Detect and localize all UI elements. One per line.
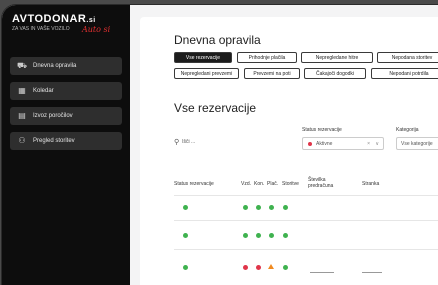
- category-value: Vse kategorije: [401, 140, 433, 147]
- plac-indicator: [269, 233, 274, 238]
- col-invoice-number[interactable]: Številka predračuna: [308, 177, 338, 189]
- table-header-divider: [174, 195, 438, 196]
- warning-icon: [268, 264, 274, 269]
- reservations-title: Vse rezervacije: [174, 101, 257, 115]
- sidebar-item-label: Dnevna opravila: [33, 63, 77, 69]
- vzd-indicator: [243, 205, 248, 210]
- brand-suffix: .si: [86, 17, 96, 24]
- vzd-indicator: [243, 265, 248, 270]
- kon-indicator: [256, 233, 261, 238]
- report-icon: ▤: [18, 111, 26, 120]
- sidebar-item-izvoz-porocilov[interactable]: ▤ Izvoz poročilov: [10, 107, 122, 125]
- filter-pickups-on-way-button[interactable]: Prevzemi na poti: [244, 68, 300, 79]
- content-card: Dnevna opravila Vse rezervacije Prihodnj…: [140, 17, 438, 285]
- daily-tasks-title: Dnevna opravila: [174, 33, 261, 47]
- sidebar: AVTODONAR.si ZA VAS IN VAŠE VOZILO Auto …: [2, 5, 130, 285]
- filter-pending-events-button[interactable]: Čakajoči dogodki: [304, 68, 366, 79]
- status-dot: [183, 205, 188, 210]
- status-value: Aktivne: [316, 140, 333, 147]
- main-content: Dnevna opravila Vse rezervacije Prihodnj…: [130, 5, 438, 285]
- app-window: AVTODONAR.si ZA VAS IN VAŠE VOZILO Auto …: [2, 5, 438, 285]
- filter-unsubmitted-service-button[interactable]: Nepodana storitev: [377, 52, 438, 63]
- col-vzd[interactable]: Vzd.: [241, 181, 251, 187]
- car-icon: ⛟: [17, 61, 28, 70]
- kon-indicator: [256, 265, 261, 270]
- calendar-icon: ▦: [18, 86, 26, 95]
- invoice-placeholder: [310, 272, 334, 273]
- status-dot: [308, 141, 312, 146]
- customer-placeholder: [362, 272, 382, 273]
- col-status[interactable]: Status rezervacije: [174, 181, 214, 187]
- kon-indicator: [256, 205, 261, 210]
- search-placeholder: Išči ...: [182, 138, 196, 145]
- vzd-indicator: [243, 233, 248, 238]
- brand-name: AVTODONAR.si: [12, 13, 96, 25]
- col-kon[interactable]: Kon.: [254, 181, 264, 187]
- status-filter-label: Status rezervacije: [302, 127, 342, 133]
- filter-all-reservations-button[interactable]: Vse rezervacije: [174, 52, 232, 63]
- sidebar-item-koledar[interactable]: ▦ Koledar: [10, 82, 122, 100]
- status-select[interactable]: Aktivne × ∨: [302, 137, 384, 150]
- filter-unreviewed-pickups-button[interactable]: Nepregledani prevzemi: [174, 68, 239, 79]
- sidebar-item-label: Pregled storitev: [33, 138, 75, 144]
- sidebar-item-dnevna-opravila[interactable]: ⛟ Dnevna opravila: [10, 57, 122, 75]
- col-storitve[interactable]: Storitve: [282, 181, 299, 187]
- category-select[interactable]: Vse kategorije: [396, 137, 438, 150]
- handshake-icon: ⚇: [18, 136, 26, 145]
- filter-future-payments-button[interactable]: Prihodnje plačila: [237, 52, 297, 63]
- col-plac[interactable]: Plač.: [267, 181, 278, 187]
- category-filter-label: Kategorija: [396, 127, 419, 133]
- col-customer[interactable]: Stranka: [362, 181, 379, 187]
- brand-script: Auto si: [82, 25, 111, 34]
- filter-unsubmitted-confirmations-button[interactable]: Nepodani potrdila: [371, 68, 438, 79]
- row-divider: [174, 249, 438, 250]
- storitve-indicator: [283, 233, 288, 238]
- status-dot: [183, 233, 188, 238]
- sidebar-item-label: Izvoz poročilov: [33, 113, 73, 119]
- status-dot: [183, 265, 188, 270]
- plac-indicator: [269, 205, 274, 210]
- search-input[interactable]: ⚲ Išči ...: [174, 135, 294, 148]
- sidebar-item-label: Koledar: [33, 88, 54, 94]
- sidebar-item-pregled-storitev[interactable]: ⚇ Pregled storitev: [10, 132, 122, 150]
- clear-icon[interactable]: ×: [367, 141, 370, 147]
- search-icon: ⚲: [174, 138, 180, 146]
- chevron-down-icon[interactable]: ∨: [375, 141, 379, 147]
- storitve-indicator: [283, 265, 288, 270]
- brand-name-text: AVTODONAR: [12, 13, 87, 25]
- storitve-indicator: [283, 205, 288, 210]
- filter-unreviewed-button[interactable]: Nepregledane hitre: [301, 52, 373, 63]
- row-divider: [174, 220, 438, 221]
